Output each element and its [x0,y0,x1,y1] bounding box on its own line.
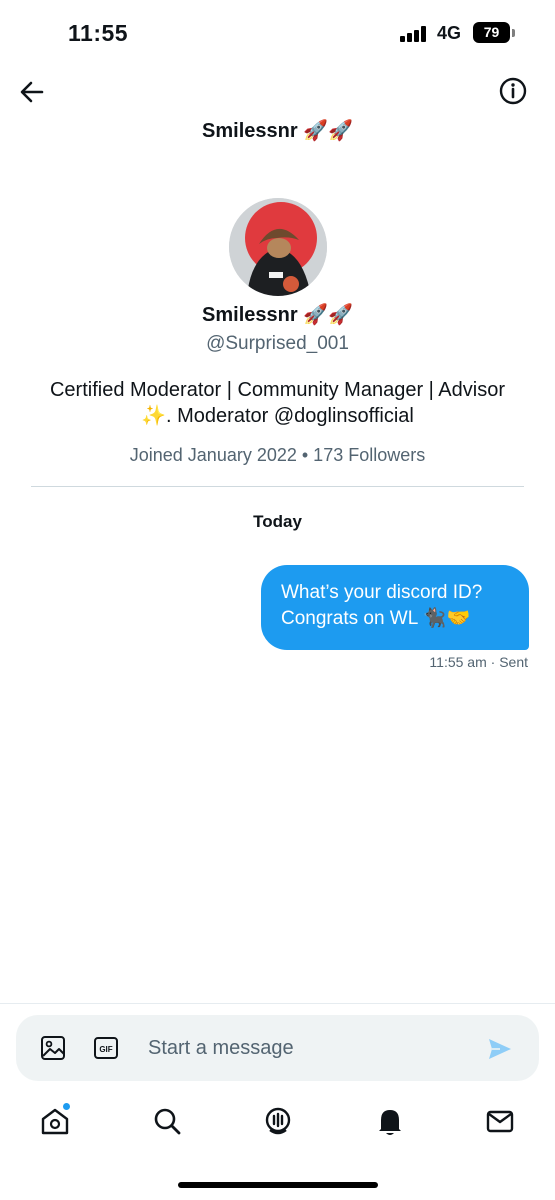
nav-notifications[interactable] [373,1104,407,1138]
message-composer: GIF [16,1015,539,1081]
profile-name: Smilessnr 🚀🚀 [202,304,353,326]
profile-bio: Certified Moderator | Community Manager … [28,377,528,429]
gif-icon: GIF [94,1037,118,1059]
nav-search[interactable] [150,1104,184,1138]
profile-meta: Joined January 2022 • 173 Followers [129,445,426,465]
message-text: What’s your discord ID? [281,582,483,603]
message-time: 11:55 am [429,654,487,670]
message-input[interactable] [148,1025,478,1071]
nav-messages[interactable] [483,1104,517,1138]
send-button[interactable] [486,1035,514,1063]
nav-home[interactable] [38,1102,72,1138]
status-time: 11:55 [68,20,129,46]
info-circle-icon [499,77,527,105]
nav-spaces[interactable] [261,1104,295,1138]
arrow-left-icon [20,81,44,103]
spaces-icon [265,1107,291,1135]
messages-icon [486,1110,514,1133]
image-icon [41,1036,65,1060]
bio-line: Certified Moderator | Community Manager … [49,379,505,401]
gif-button[interactable]: GIF [93,1035,119,1061]
sent-message-bubble[interactable]: What’s your discord ID? Congrats on WL 🐈… [261,565,529,650]
search-icon [154,1108,181,1135]
send-icon [489,1039,511,1059]
avatar-image [228,198,327,296]
signal-icon [400,26,428,42]
svg-text:GIF: GIF [99,1045,112,1054]
header-title: Smilessnr 🚀🚀 [202,120,353,142]
date-separator: Today [253,512,302,531]
bio-line: ✨. Moderator @doglinsofficial [141,405,414,427]
avatar[interactable] [228,198,327,296]
conversation-header: Smilessnr 🚀🚀 [0,66,555,166]
bottom-nav [0,1100,555,1150]
message-meta: 11:55 am · Sent [429,654,528,670]
image-button[interactable] [40,1035,66,1061]
message-text: Congrats on WL 🐈‍⬛🤝 [281,608,471,629]
profile-summary[interactable]: Smilessnr 🚀🚀 @Surprised_001 Certified Mo… [0,198,555,466]
composer-divider [0,1003,555,1004]
message-status: · Sent [490,654,528,670]
home-indicator [178,1182,378,1188]
battery-tip [512,29,515,37]
notifications-icon [379,1110,401,1135]
notification-dot [62,1102,71,1111]
info-button[interactable] [498,76,528,106]
back-button[interactable] [16,76,48,108]
network-label: 4G [437,23,462,43]
divider [31,486,524,487]
status-bar: 11:55 4G 79 [0,0,555,66]
battery-icon: 79 [473,22,510,43]
profile-handle: @Surprised_001 [206,333,349,354]
